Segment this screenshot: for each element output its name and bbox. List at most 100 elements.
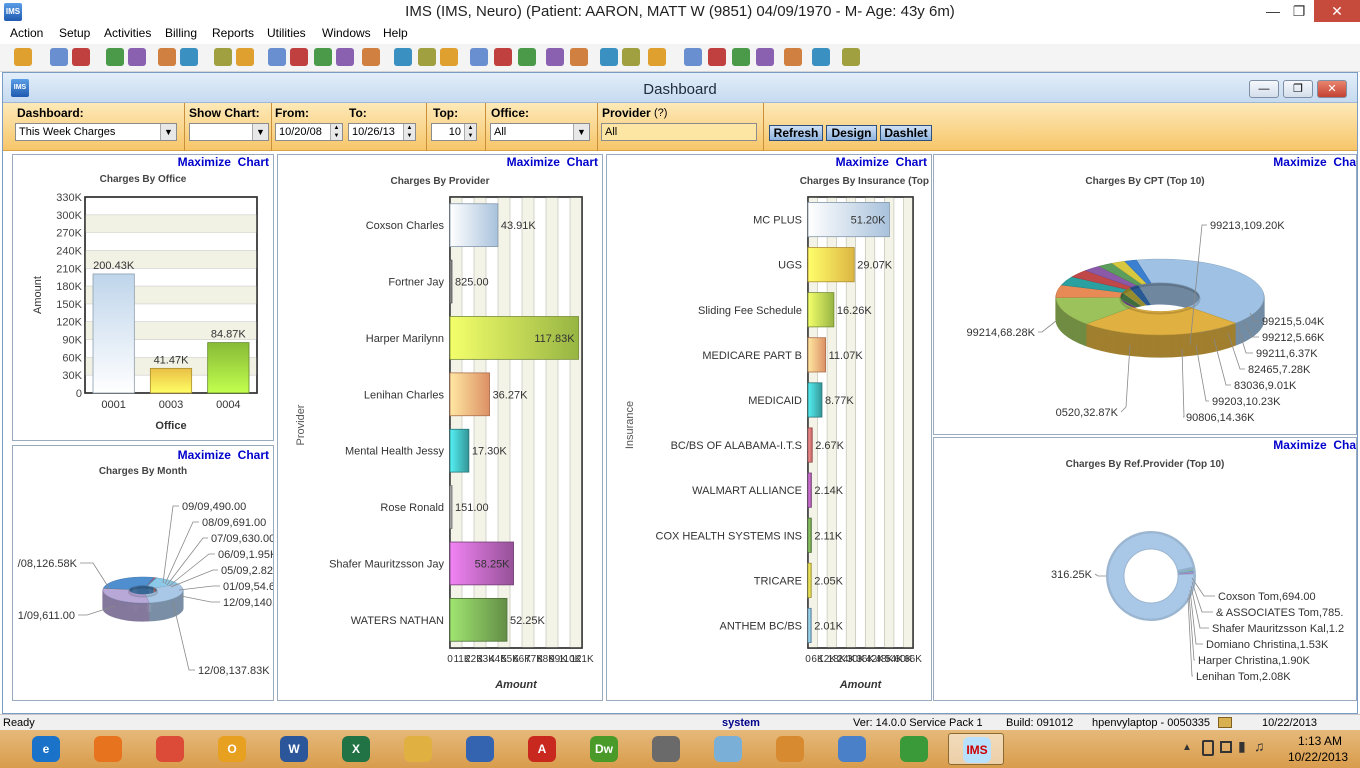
date-spinner-icon[interactable]: ▲ ▼ [330, 124, 342, 140]
toolbar-button-27[interactable] [708, 48, 726, 66]
toolbar-button-5[interactable] [128, 48, 146, 66]
taskbar-app-word[interactable]: W [266, 733, 322, 765]
toolbar-button-24[interactable] [622, 48, 640, 66]
toolbar-button-23[interactable] [600, 48, 618, 66]
taskbar-app-greenleaf[interactable] [886, 733, 942, 765]
toolbar-button-18[interactable] [470, 48, 488, 66]
slice-label: /08,126.58K [18, 558, 78, 570]
office-select[interactable]: All ▼ [490, 123, 590, 141]
taskbar-app-acrobat[interactable]: A [514, 733, 570, 765]
toolbar-button-30[interactable] [784, 48, 802, 66]
toolbar-button-9[interactable] [236, 48, 254, 66]
taskbar-app-calculator[interactable] [638, 733, 694, 765]
toolbar-button-10[interactable] [268, 48, 286, 66]
restore-icon[interactable]: ❐ [1282, 0, 1316, 22]
toolbar-button-32[interactable] [842, 48, 860, 66]
taskbar-app-chrome[interactable] [142, 733, 198, 765]
taskbar-app-paint[interactable] [762, 733, 818, 765]
toolbar-button-6[interactable] [158, 48, 176, 66]
chevron-down-icon[interactable]: ▼ [573, 124, 589, 140]
design-button[interactable]: Design [826, 125, 877, 141]
toolbar-button-21[interactable] [546, 48, 564, 66]
x-tick-label: 121K [570, 654, 594, 665]
taskbar-app-firefox[interactable] [80, 733, 136, 765]
toolbar-button-17[interactable] [440, 48, 458, 66]
to-date-field[interactable]: 10/26/13 ▲ ▼ [348, 123, 416, 141]
toolbar-button-19[interactable] [494, 48, 512, 66]
toolbar-button-20[interactable] [518, 48, 536, 66]
toolbar-button-2[interactable] [50, 48, 68, 66]
leader-line [180, 595, 220, 603]
top-count-stepper[interactable]: 10 ▲ ▼ [431, 123, 477, 141]
action-center-icon[interactable] [1220, 741, 1232, 753]
show-chart-select[interactable]: ▼ [189, 123, 269, 141]
toolbar-button-11[interactable] [290, 48, 308, 66]
volume-icon[interactable]: ♫ [1254, 738, 1265, 754]
toolbar-button-1[interactable] [14, 48, 32, 66]
slice-label: 06/09,1.95K [218, 549, 274, 561]
menu-billing[interactable]: Billing [165, 26, 197, 40]
slice-label: 0520,32.87K [1056, 407, 1119, 419]
toolbar-button-14[interactable] [362, 48, 380, 66]
close-icon[interactable]: ✕ [1314, 0, 1360, 22]
from-date-field[interactable]: 10/20/08 ▲ ▼ [275, 123, 343, 141]
taskbar-app-ie[interactable]: e [18, 733, 74, 765]
menu-reports[interactable]: Reports [212, 26, 254, 40]
menu-help[interactable]: Help [383, 26, 408, 40]
toolbar-button-25[interactable] [648, 48, 666, 66]
y-tick-label: Fortner Jay [388, 277, 444, 289]
dashboard-restore-icon[interactable]: ❐ [1283, 80, 1313, 98]
count-spinner-icon[interactable]: ▲ ▼ [464, 124, 476, 140]
toolbar-button-28[interactable] [732, 48, 750, 66]
toolbar-button-4[interactable] [106, 48, 124, 66]
toolbar-button-22[interactable] [570, 48, 588, 66]
toolbar-button-7[interactable] [180, 48, 198, 66]
menu-activities[interactable]: Activities [104, 26, 151, 40]
chevron-down-icon[interactable]: ▼ [160, 124, 176, 140]
taskbar-app-notepad[interactable] [700, 733, 756, 765]
toolbar-button-12[interactable] [314, 48, 332, 66]
taskbar-app-explorer[interactable] [390, 733, 446, 765]
grid-band [903, 197, 913, 648]
dashboard-select[interactable]: This Week Charges ▼ [15, 123, 177, 141]
bar [449, 372, 490, 417]
toolbar-button-13[interactable] [336, 48, 354, 66]
toolbar-button-29[interactable] [756, 48, 774, 66]
taskbar-app-outlook[interactable]: O [204, 733, 260, 765]
refprovider-pie-chart: 316.25K Coxson Tom,694.00 & ASSOCIATES Tom… [1051, 531, 1344, 683]
network-icon[interactable]: ▮ [1238, 738, 1246, 755]
taskbar-app-control-panel[interactable] [824, 733, 880, 765]
dashboard-close-icon[interactable]: ✕ [1317, 80, 1347, 98]
menu-action[interactable]: Action [10, 26, 43, 40]
provider-help-link[interactable]: (?) [654, 107, 667, 119]
date-spinner-icon[interactable]: ▲ ▼ [403, 124, 415, 140]
dashboard-select-value: This Week Charges [19, 126, 116, 138]
dashboard-minimize-icon[interactable]: — [1249, 80, 1279, 98]
bar-value-label: 825.00 [455, 277, 489, 289]
clock-time[interactable]: 1:13 AM [1288, 734, 1352, 748]
battery-icon[interactable] [1202, 740, 1214, 756]
taskbar-app-dreamweaver[interactable]: Dw [576, 733, 632, 765]
toolbar-button-16[interactable] [418, 48, 436, 66]
toolbar-button-15[interactable] [394, 48, 412, 66]
taskbar-app-remote-desktop[interactable] [452, 733, 508, 765]
menu-setup[interactable]: Setup [59, 26, 90, 40]
refresh-button[interactable]: Refresh [769, 125, 823, 141]
clock-date[interactable]: 10/22/2013 [1280, 750, 1356, 764]
tray-expand-icon[interactable]: ▲ [1182, 742, 1192, 753]
slice-label: Harper Christina,1.90K [1198, 655, 1311, 667]
menu-utilities[interactable]: Utilities [267, 26, 306, 40]
toolbar-button-8[interactable] [214, 48, 232, 66]
menu-windows[interactable]: Windows [322, 26, 371, 40]
chevron-down-icon[interactable]: ▼ [252, 124, 268, 140]
dashlet-button[interactable]: Dashlet [880, 125, 932, 141]
toolbar-button-3[interactable] [72, 48, 90, 66]
toolbar-button-26[interactable] [684, 48, 702, 66]
taskbar-app-ims[interactable]: IMS [948, 733, 1004, 765]
slice-label: Coxson Tom,694.00 [1218, 591, 1316, 603]
taskbar-app-excel[interactable]: X [328, 733, 384, 765]
toolbar-button-31[interactable] [812, 48, 830, 66]
grid-band [546, 197, 558, 648]
x-axis-label: Amount [494, 679, 538, 691]
provider-field[interactable]: All [601, 123, 757, 141]
